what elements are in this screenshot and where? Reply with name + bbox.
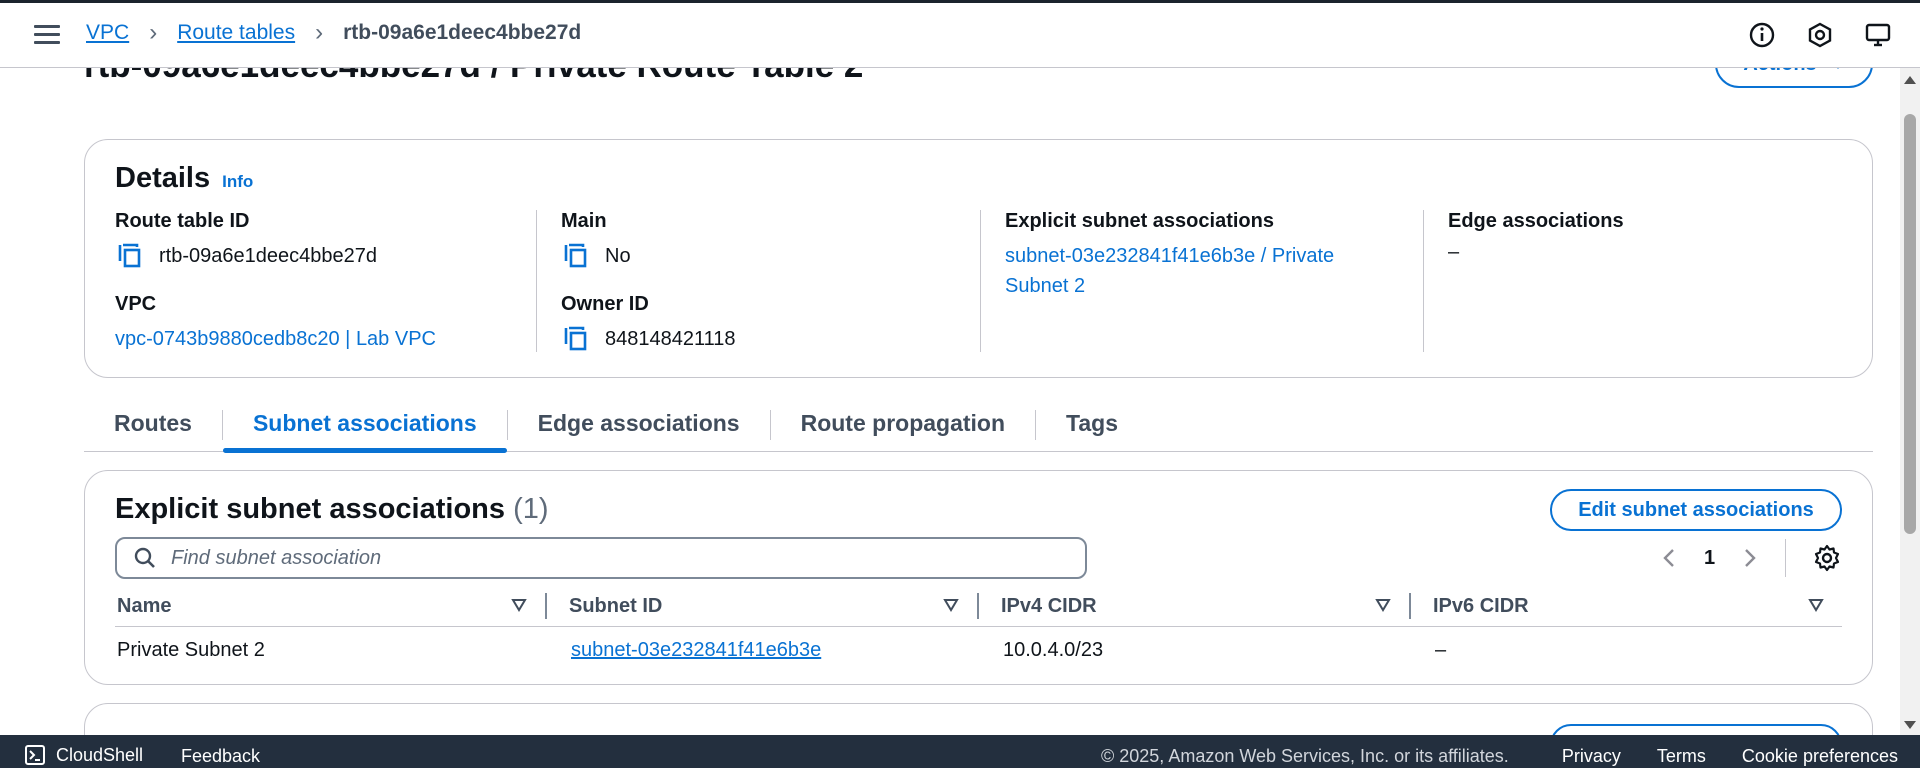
sort-down-icon[interactable] [511, 598, 527, 612]
details-column-1: Route table ID rtb-09a6e1deec4bbe27d VPC… [115, 210, 535, 352]
vpc-label: VPC [115, 293, 157, 315]
cell-ipv4-cidr: 10.0.4.0/23 [1003, 638, 1104, 661]
search-input[interactable] [171, 546, 1071, 570]
edge-associations-value: – [1448, 241, 1460, 263]
breadcrumb-vpc[interactable]: VPC [86, 21, 129, 45]
terms-link[interactable]: Terms [1657, 746, 1706, 767]
privacy-link[interactable]: Privacy [1562, 746, 1621, 767]
route-table-id-value: rtb-09a6e1deec4bbe27d [159, 244, 377, 267]
copyright-text: © 2025, Amazon Web Services, Inc. or its… [1101, 746, 1509, 766]
settings-feedback-icon[interactable] [1864, 21, 1892, 49]
breadcrumb-current: rtb-09a6e1deec4bbe27d [343, 21, 582, 44]
column-header-label: Subnet ID [569, 595, 663, 617]
chevron-right-icon: › [149, 19, 158, 46]
gear-icon[interactable] [1812, 543, 1842, 573]
tab-routes[interactable]: Routes [84, 400, 222, 452]
search-field[interactable] [115, 537, 1087, 579]
page-scrollbar[interactable] [1900, 68, 1920, 735]
tab-route-propagation[interactable]: Route propagation [771, 400, 1035, 452]
copy-icon[interactable] [561, 324, 591, 354]
explicit-subnet-label: Explicit subnet associations [1005, 210, 1274, 232]
owner-id-value: 848148421118 [605, 327, 736, 350]
column-header-ipv4-cidr[interactable]: IPv4 CIDR [979, 585, 1409, 618]
explicit-subnet-link-line2[interactable]: Subnet 2 [1005, 271, 1423, 301]
explicit-subnet-link[interactable]: subnet-03e232841f41e6b3e / Private Subne… [1005, 241, 1423, 301]
route-table-id-label: Route table ID [115, 210, 250, 232]
scrollbar-thumb[interactable] [1904, 114, 1916, 534]
search-icon [134, 547, 155, 568]
edge-associations-label: Edge associations [1448, 210, 1624, 232]
sort-down-icon[interactable] [1808, 598, 1824, 612]
info-icon[interactable] [1748, 21, 1776, 49]
current-page-number[interactable]: 1 [1704, 547, 1715, 570]
explicit-subnet-link-line1[interactable]: subnet-03e232841f41e6b3e / Private [1005, 241, 1423, 271]
cell-ipv6-cidr: – [1435, 638, 1447, 661]
table-header: Name Subnet ID IPv4 CIDR IPv6 CIDR [115, 585, 1842, 627]
chevron-right-icon: › [315, 19, 324, 46]
tab-tags[interactable]: Tags [1036, 400, 1148, 452]
previous-page-icon[interactable] [1660, 544, 1678, 572]
owner-id-label: Owner ID [561, 293, 649, 315]
footer: CloudShell Feedback © 2025, Amazon Web S… [0, 735, 1920, 768]
sort-down-icon[interactable] [943, 598, 959, 612]
breadcrumb: VPC › Route tables › rtb-09a6e1deec4bbe2… [86, 21, 581, 45]
feedback-link[interactable]: Feedback [181, 746, 260, 767]
pagination: 1 [1660, 539, 1842, 577]
scroll-down-arrow-icon[interactable] [1904, 721, 1916, 729]
column-header-label: IPv6 CIDR [1433, 595, 1529, 617]
main-label: Main [561, 210, 607, 232]
details-panel: Details Info Route table ID rtb-09a6e1de… [84, 139, 1873, 378]
cell-name: Private Subnet 2 [117, 638, 265, 661]
column-header-subnet-id[interactable]: Subnet ID [547, 585, 977, 618]
explicit-associations-title: Explicit subnet associations (1) [115, 493, 549, 526]
column-header-label: Name [117, 595, 172, 617]
details-heading: Details [115, 162, 211, 194]
edit-subnet-associations-button[interactable]: Edit subnet associations [1550, 489, 1842, 531]
next-page-icon[interactable] [1741, 544, 1759, 572]
details-column-4: Edge associations – [1423, 210, 1843, 352]
notifications-icon[interactable] [1806, 21, 1834, 49]
explicit-associations-count: (1) [513, 493, 549, 525]
cell-subnet-id-link[interactable]: subnet-03e232841f41e6b3e [571, 639, 821, 661]
tab-edge-associations[interactable]: Edge associations [508, 400, 770, 452]
column-header-ipv6-cidr[interactable]: IPv6 CIDR [1411, 585, 1842, 618]
cookie-preferences-link[interactable]: Cookie preferences [1742, 746, 1898, 767]
tab-list: Routes Subnet associations Edge associat… [84, 400, 1873, 453]
details-column-2: Main No Owner ID 848148421118 [536, 210, 980, 352]
copy-icon[interactable] [115, 241, 145, 271]
cloudshell-button[interactable]: CloudShell [24, 744, 143, 766]
vpc-link[interactable]: vpc-0743b9880cedb8c20 | Lab VPC [115, 324, 535, 354]
column-header-label: IPv4 CIDR [1001, 595, 1097, 617]
details-column-3: Explicit subnet associations subnet-03e2… [980, 210, 1423, 352]
terminal-icon [25, 745, 45, 765]
column-header-name[interactable]: Name [115, 585, 545, 618]
sort-down-icon[interactable] [1375, 598, 1391, 612]
info-link[interactable]: Info [222, 172, 253, 192]
explicit-associations-panel: Explicit subnet associations (1) Edit su… [84, 470, 1873, 685]
copy-icon[interactable] [561, 241, 591, 271]
main-value: No [605, 244, 631, 267]
tab-subnet-associations[interactable]: Subnet associations [222, 400, 507, 453]
table-row[interactable]: Private Subnet 2 subnet-03e232841f41e6b3… [115, 627, 1842, 673]
cloudshell-label: CloudShell [56, 744, 144, 765]
menu-icon[interactable] [34, 25, 60, 47]
explicit-associations-heading: Explicit subnet associations [115, 493, 505, 525]
top-navigation-bar: VPC › Route tables › rtb-09a6e1deec4bbe2… [0, 0, 1920, 68]
breadcrumb-route-tables[interactable]: Route tables [177, 21, 295, 45]
scroll-up-arrow-icon[interactable] [1904, 76, 1916, 84]
